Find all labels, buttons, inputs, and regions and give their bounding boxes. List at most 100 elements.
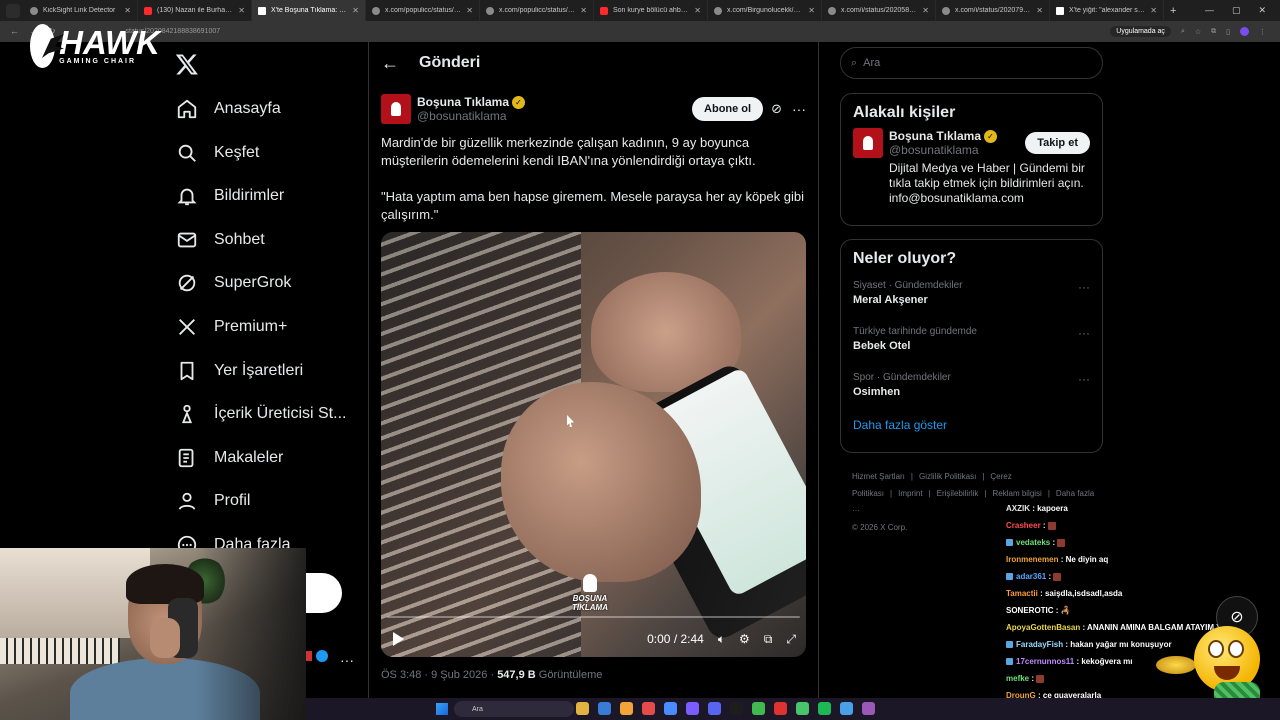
- picture-in-picture-icon[interactable]: ⧉: [764, 632, 773, 647]
- footer-link[interactable]: Imprint: [898, 489, 922, 498]
- footer-link[interactable]: Hizmet Şartları: [852, 472, 905, 481]
- maximize-icon[interactable]: ▢: [1232, 5, 1241, 16]
- play-icon[interactable]: [393, 632, 404, 646]
- fullscreen-icon[interactable]: ⤢: [786, 632, 796, 647]
- volume-icon[interactable]: 🔈︎: [718, 632, 725, 647]
- trend-more-icon[interactable]: ···: [1078, 326, 1090, 340]
- app-icon[interactable]: [686, 702, 699, 715]
- nav-item-6[interactable]: Yer İşaretleri: [176, 357, 303, 385]
- app-icon[interactable]: [796, 702, 809, 715]
- footer-link[interactable]: Gizlilik Politikası: [919, 472, 976, 481]
- browser-tab[interactable]: X'te yiğit: "alexander siksaitan ✕: [1050, 0, 1164, 21]
- related-handle[interactable]: @bosunatiklama: [889, 143, 997, 157]
- app-icon[interactable]: [598, 702, 611, 715]
- tab-close-icon[interactable]: ✕: [238, 6, 245, 15]
- grok-icon[interactable]: ⊘: [771, 101, 782, 117]
- chat-username[interactable]: mefke: [1006, 674, 1029, 683]
- new-tab-button[interactable]: +: [1170, 5, 1176, 17]
- x-logo-icon[interactable]: [175, 52, 199, 76]
- nav-item-9[interactable]: Profil: [176, 487, 250, 515]
- video-player[interactable]: BOŞUNA TIKLAMA 0:00 / 2:44 🔈︎ ⚙ ⧉ ⤢: [381, 232, 806, 657]
- post-button[interactable]: [306, 573, 342, 613]
- tab-close-icon[interactable]: ✕: [694, 6, 701, 15]
- browser-tab[interactable]: x.com/i/status/202079787950 ✕: [936, 0, 1050, 21]
- browser-menu-icon[interactable]: ⋮: [1259, 28, 1266, 36]
- browser-tab[interactable]: x.com/Birgunolucekk/status/2 ✕: [708, 0, 822, 21]
- chat-username[interactable]: Tamactii: [1006, 589, 1038, 598]
- tab-close-icon[interactable]: ✕: [1036, 6, 1043, 15]
- author-handle[interactable]: @bosunatiklama: [417, 109, 525, 123]
- app-icon[interactable]: [664, 702, 677, 715]
- browser-tab[interactable]: Son kurye bölücü ahbusshs # ✕: [594, 0, 708, 21]
- minimize-icon[interactable]: —: [1205, 5, 1214, 16]
- trend-item[interactable]: Siyaset · Gündemdekiler Meral Akşener ···: [841, 274, 1102, 320]
- app-icon[interactable]: [840, 702, 853, 715]
- app-icon[interactable]: [774, 702, 787, 715]
- chat-username[interactable]: FaradayFish: [1016, 640, 1063, 649]
- author-name[interactable]: Boşuna Tıklama: [417, 95, 509, 109]
- tab-close-icon[interactable]: ✕: [580, 6, 587, 15]
- url-text[interactable]: status/2020842188838691007: [66, 28, 1111, 35]
- trend-more-icon[interactable]: ···: [1078, 280, 1090, 294]
- app-icon[interactable]: [576, 702, 589, 715]
- extensions-icon[interactable]: ⧉: [1211, 28, 1216, 36]
- chat-username[interactable]: Ironmenemen: [1006, 555, 1058, 564]
- app-icon[interactable]: [730, 702, 743, 715]
- browser-tab[interactable]: KickSight Link Detector ✕: [24, 0, 138, 21]
- post-timestamp[interactable]: ÖS 3:48 · 9 Şub 2026 ·: [381, 669, 497, 681]
- related-avatar[interactable]: [853, 128, 883, 158]
- tab-close-icon[interactable]: ✕: [922, 6, 929, 15]
- nav-item-4[interactable]: SuperGrok: [176, 269, 291, 297]
- chat-username[interactable]: AXZIK: [1006, 504, 1030, 513]
- taskbar-search[interactable]: Ara: [454, 701, 574, 717]
- browser-tab[interactable]: x.com/i/status/202058420507 ✕: [822, 0, 936, 21]
- author-avatar[interactable]: [381, 94, 411, 124]
- video-progress-bar[interactable]: [387, 616, 800, 618]
- star-icon[interactable]: ☆: [1195, 28, 1201, 36]
- trend-item[interactable]: Spor · Gündemdekiler Osimhen ···: [841, 366, 1102, 412]
- related-name[interactable]: Boşuna Tıklama: [889, 129, 981, 143]
- open-in-app-button[interactable]: Uygulamada aç: [1110, 26, 1171, 37]
- nav-item-0[interactable]: Anasayfa: [176, 95, 281, 123]
- profile-avatar[interactable]: [1240, 27, 1249, 36]
- tab-close-icon[interactable]: ✕: [466, 6, 473, 15]
- start-button-icon[interactable]: [436, 703, 448, 715]
- nav-item-2[interactable]: Bildirimler: [176, 182, 284, 210]
- sidebar-icon[interactable]: ▯: [1226, 28, 1230, 36]
- footer-link[interactable]: © 2026 X Corp.: [852, 523, 907, 532]
- chat-username[interactable]: 17cernunnos11: [1016, 657, 1074, 666]
- nav-item-5[interactable]: Premium+: [176, 313, 287, 341]
- close-icon[interactable]: ✕: [1258, 5, 1266, 16]
- folder-icon[interactable]: [620, 702, 633, 715]
- browser-tab[interactable]: x.com/populicc/status/202077 ✕: [366, 0, 480, 21]
- spotify-icon[interactable]: [818, 702, 831, 715]
- settings-icon[interactable]: ⚙: [739, 632, 750, 646]
- nav-item-3[interactable]: Sohbet: [176, 226, 265, 254]
- show-more-link[interactable]: Daha fazla göster: [841, 412, 1102, 440]
- trend-item[interactable]: Türkiye tarihinde gündemde Bebek Otel ···: [841, 320, 1102, 366]
- discord-icon[interactable]: [708, 702, 721, 715]
- trend-more-icon[interactable]: ···: [1078, 372, 1090, 386]
- tab-close-icon[interactable]: ✕: [808, 6, 815, 15]
- nav-item-7[interactable]: İçerik Üreticisi St...: [176, 400, 346, 428]
- app-icon[interactable]: [862, 702, 875, 715]
- tab-menu-button[interactable]: [6, 3, 20, 18]
- footer-link[interactable]: Erişilebilirlik: [937, 489, 979, 498]
- chat-username[interactable]: SONEROTIC: [1006, 606, 1054, 615]
- chrome-icon[interactable]: [642, 702, 655, 715]
- search-input[interactable]: ⌕ Ara: [840, 47, 1103, 79]
- tab-close-icon[interactable]: ✕: [1150, 6, 1157, 15]
- nav-item-8[interactable]: Makaleler: [176, 444, 283, 472]
- back-arrow-icon[interactable]: ←: [381, 53, 399, 74]
- account-menu-icon[interactable]: ···: [340, 652, 354, 668]
- chat-username[interactable]: Crasheer: [1006, 521, 1041, 530]
- app-icon[interactable]: [752, 702, 765, 715]
- browser-tab[interactable]: X'te Boşuna Tıklama: "Mardi ✕: [252, 0, 366, 21]
- browser-tab[interactable]: x.com/populicc/status/202078 ✕: [480, 0, 594, 21]
- chat-username[interactable]: vedateks: [1016, 538, 1050, 547]
- subscribe-button[interactable]: Abone ol: [692, 97, 764, 121]
- back-icon[interactable]: ←: [10, 26, 19, 37]
- browser-tab[interactable]: (130) Nazan ile Burhan canlı y ✕: [138, 0, 252, 21]
- chat-username[interactable]: ApoyaGottenBasan: [1006, 623, 1080, 632]
- tab-close-icon[interactable]: ✕: [352, 6, 359, 15]
